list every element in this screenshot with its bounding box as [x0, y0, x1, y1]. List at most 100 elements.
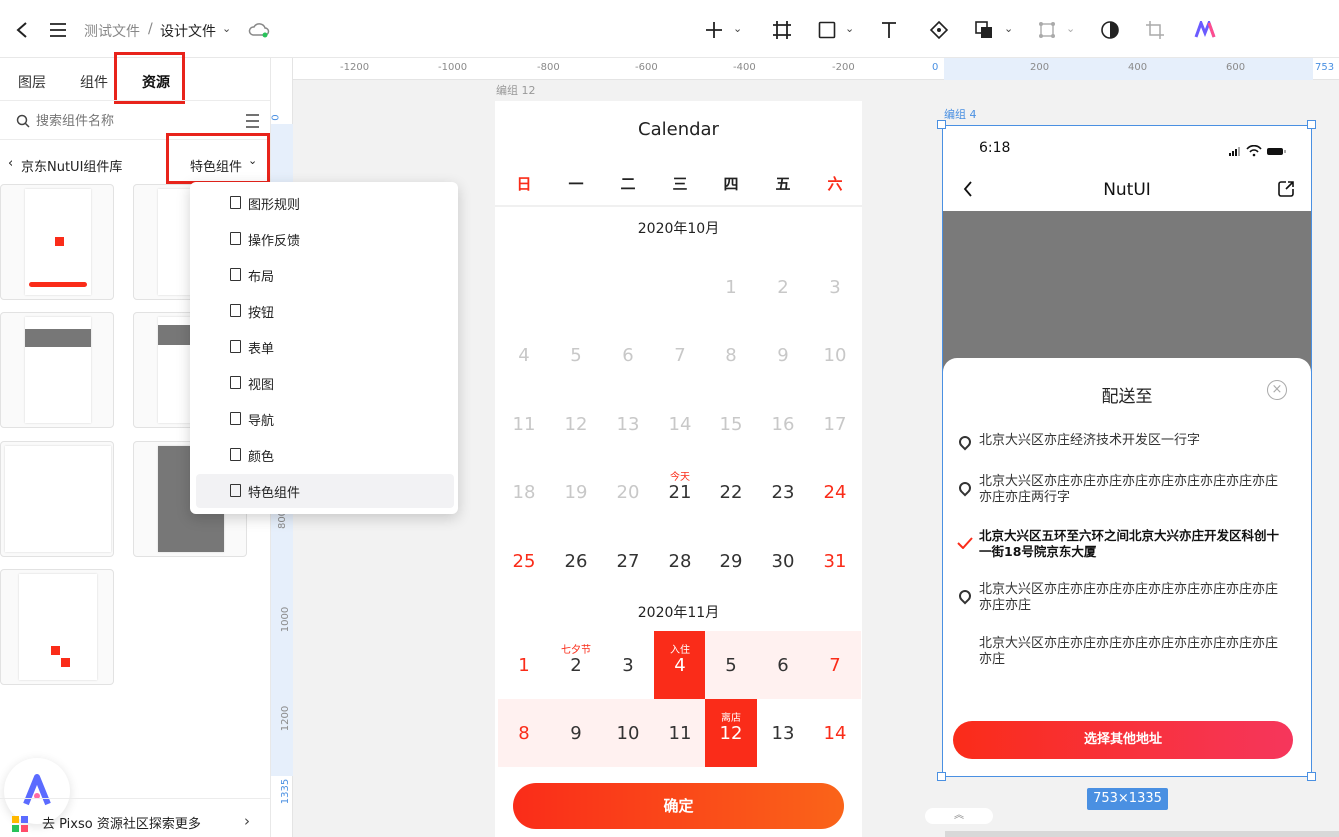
cloud-icon[interactable] [247, 18, 271, 42]
chevron-right-icon[interactable]: › [244, 812, 250, 830]
calendar-day[interactable]: 26 [550, 527, 602, 595]
collapse-icon[interactable]: ︽ [925, 808, 993, 824]
calendar-day[interactable]: 9 [550, 699, 602, 767]
calendar-day[interactable]: 4 入住 [654, 631, 706, 699]
calendar-day[interactable]: 29 [705, 527, 757, 595]
confirm-button[interactable]: 确定 [513, 783, 844, 829]
component-thumbnail[interactable] [0, 312, 114, 428]
address-option[interactable]: 北京大兴区亦庄亦庄亦庄亦庄亦庄亦庄亦庄亦庄亦庄亦庄亦庄 [979, 582, 1289, 614]
calendar-day[interactable]: 28 [654, 527, 706, 595]
address-option[interactable]: 北京大兴区亦庄经济技术开发区一行字 [979, 433, 1289, 449]
calendar-day[interactable]: 8 [705, 321, 757, 389]
library-back-icon[interactable]: ‹ [8, 156, 13, 171]
calendar-day[interactable]: 13 [757, 699, 809, 767]
calendar-day[interactable]: 14 [654, 390, 706, 458]
dropdown-item[interactable]: 特色组件 [196, 474, 454, 508]
resize-handle[interactable] [1307, 772, 1316, 781]
calendar-day[interactable]: 1 [498, 631, 550, 699]
list-view-icon[interactable] [244, 113, 260, 132]
calendar-day[interactable]: 7 [809, 631, 861, 699]
resize-handle[interactable] [937, 120, 946, 129]
plugin-logo-icon[interactable] [1193, 18, 1217, 42]
calendar-day[interactable]: 19 [550, 458, 602, 526]
rectangle-tool-icon[interactable] [815, 18, 839, 42]
phone-frame[interactable]: 6:18 NutUI 配送至 × 北京大兴区亦庄经济技术开发区一行字 北京大兴区… [942, 125, 1312, 777]
calendar-day[interactable]: 2 [757, 253, 809, 321]
component-tool-icon[interactable] [927, 18, 951, 42]
calendar-day[interactable]: 30 [757, 527, 809, 595]
community-link[interactable]: 去 Pixso 资源社区探索更多 [42, 813, 201, 832]
calendar-day[interactable]: 15 [705, 390, 757, 458]
dropdown-item[interactable]: 导航 [196, 402, 454, 436]
text-tool-icon[interactable] [877, 18, 901, 42]
calendar-day[interactable]: 12 [550, 390, 602, 458]
mask-icon[interactable] [1098, 18, 1122, 42]
address-option-selected[interactable]: 北京大兴区五环至六环之间北京大兴亦庄开发区科创十一街18号院京东大厦 [979, 528, 1289, 560]
resize-handle[interactable] [1307, 120, 1316, 129]
search-input[interactable] [36, 110, 226, 132]
component-thumbnail[interactable] [0, 569, 114, 685]
calendar-day[interactable]: 23 [757, 458, 809, 526]
calendar-frame[interactable]: Calendar 日一二三四五六 2020年10月 2020年11月 12345… [495, 101, 862, 837]
dropdown-item[interactable]: 图形规则 [196, 186, 454, 220]
calendar-day[interactable]: 8 [498, 699, 550, 767]
chevron-down-icon[interactable]: ⌄ [845, 22, 854, 35]
calendar-day[interactable]: 10 [602, 699, 654, 767]
calendar-day[interactable]: 13 [602, 390, 654, 458]
calendar-day[interactable]: 11 [498, 390, 550, 458]
calendar-day[interactable]: 10 [809, 321, 861, 389]
calendar-day[interactable]: 12 离店 [705, 699, 757, 767]
calendar-day[interactable]: 18 [498, 458, 550, 526]
calendar-day[interactable]: 9 [757, 321, 809, 389]
dropdown-item[interactable]: 视图 [196, 366, 454, 400]
dropdown-item[interactable]: 按钮 [196, 294, 454, 328]
breadcrumb-current[interactable]: 设计文件 [160, 21, 216, 41]
calendar-day[interactable]: 5 [550, 321, 602, 389]
calendar-day[interactable]: 21 今天 [654, 458, 706, 526]
calendar-day[interactable]: 5 [705, 631, 757, 699]
calendar-day[interactable]: 6 [602, 321, 654, 389]
calendar-day[interactable]: 27 [602, 527, 654, 595]
resize-handle[interactable] [937, 772, 946, 781]
calendar-day[interactable]: 24 [809, 458, 861, 526]
back-icon[interactable] [10, 18, 34, 42]
calendar-day[interactable]: 25 [498, 527, 550, 595]
dropdown-item[interactable]: 表单 [196, 330, 454, 364]
frame-tool-icon[interactable] [770, 18, 794, 42]
crop-icon[interactable] [1143, 18, 1167, 42]
calendar-day[interactable]: 11 [654, 699, 706, 767]
calendar-day[interactable]: 3 [809, 253, 861, 321]
address-option[interactable]: 北京大兴区亦庄亦庄亦庄亦庄亦庄亦庄亦庄亦庄亦庄亦庄亦庄两行字 [979, 474, 1289, 506]
address-option[interactable]: 北京大兴区亦庄亦庄亦庄亦庄亦庄亦庄亦庄亦庄亦庄亦庄 [979, 636, 1289, 668]
calendar-day[interactable]: 20 [602, 458, 654, 526]
calendar-day[interactable]: 31 [809, 527, 861, 595]
calendar-day[interactable]: 7 [654, 321, 706, 389]
frame-label[interactable]: 编组 4 [944, 106, 977, 122]
calendar-day[interactable]: 14 [809, 699, 861, 767]
calendar-day[interactable]: 1 [705, 253, 757, 321]
chevron-down-icon[interactable]: ⌄ [1066, 22, 1075, 35]
tab-components[interactable]: 组件 [80, 72, 108, 92]
calendar-day[interactable]: 3 [602, 631, 654, 699]
calendar-day[interactable]: 2 七夕节 [550, 631, 602, 699]
component-thumbnail[interactable] [0, 441, 114, 557]
calendar-day[interactable]: 16 [757, 390, 809, 458]
share-icon[interactable] [1277, 180, 1295, 202]
calendar-day[interactable]: 22 [705, 458, 757, 526]
component-thumbnail[interactable] [0, 184, 114, 300]
dropdown-item[interactable]: 操作反馈 [196, 222, 454, 256]
chevron-down-icon[interactable]: ⌄ [1004, 22, 1013, 35]
tab-layers[interactable]: 图层 [18, 72, 46, 92]
boolean-tool-icon[interactable] [972, 18, 996, 42]
calendar-day[interactable]: 4 [498, 321, 550, 389]
close-icon[interactable]: × [1267, 380, 1287, 400]
library-name[interactable]: 京东NutUI组件库 [21, 156, 122, 175]
calendar-day[interactable]: 17 [809, 390, 861, 458]
calendar-day[interactable]: 6 [757, 631, 809, 699]
frame-label[interactable]: 编组 12 [496, 82, 536, 98]
scrollbar[interactable] [945, 831, 1339, 837]
plus-icon[interactable] [702, 18, 726, 42]
other-address-button[interactable]: 选择其他地址 [953, 721, 1293, 759]
menu-icon[interactable] [46, 18, 70, 42]
dropdown-item[interactable]: 颜色 [196, 438, 454, 472]
